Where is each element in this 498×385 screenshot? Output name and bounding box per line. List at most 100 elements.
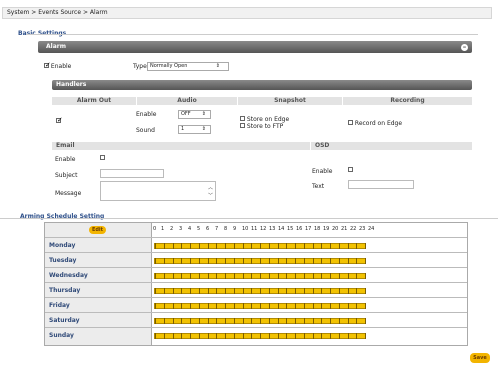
email-subject-input[interactable] (100, 169, 164, 178)
hour-label: 21 (341, 226, 348, 232)
enable-row: Enable (44, 61, 72, 70)
handlers-bar: Handlers (52, 80, 472, 90)
email-enable-checkbox[interactable] (100, 155, 105, 160)
hour-tick (312, 258, 314, 264)
hour-label: 8 (224, 226, 228, 232)
hour-tick (295, 318, 296, 324)
edit-button[interactable]: Edit (89, 226, 106, 234)
hour-tick (155, 273, 156, 279)
hour-tick (286, 333, 288, 339)
hour-label: 22 (350, 226, 357, 232)
hour-tick (163, 258, 165, 264)
email-message-label: Message (55, 190, 82, 197)
osd-enable-checkbox[interactable] (348, 167, 353, 172)
store-edge-checkbox[interactable] (240, 116, 245, 121)
hour-label: 15 (287, 226, 294, 232)
hour-label: 17 (305, 226, 312, 232)
hour-tick (312, 333, 314, 339)
scroll-down-icon[interactable]: ﹀ (208, 192, 213, 199)
hour-tick (216, 318, 218, 324)
hour-tick (163, 333, 165, 339)
day-label: Saturday (49, 317, 80, 324)
record-edge-label: Record on Edge (354, 120, 403, 127)
hour-tick (277, 243, 279, 249)
schedule-row: Monday (45, 238, 467, 253)
alarm-bar[interactable]: Alarm – (38, 41, 472, 53)
osd-text-input[interactable] (348, 180, 414, 189)
scroll-up-icon[interactable]: ︿ (208, 184, 213, 191)
record-edge-checkbox[interactable] (348, 120, 353, 125)
record-edge-row: Record on Edge (348, 120, 402, 127)
hour-tick (338, 273, 340, 279)
audio-sound-select[interactable]: 1 ⇕ (178, 125, 211, 134)
hour-tick (321, 333, 323, 339)
hour-tick (172, 333, 174, 339)
hour-tick (356, 333, 358, 339)
schedule-track[interactable] (154, 303, 366, 309)
schedule-track[interactable] (154, 243, 366, 249)
hour-label: 9 (233, 226, 237, 232)
snapshot-header: Snapshot (238, 97, 342, 105)
hour-tick (155, 258, 156, 264)
audio-sound-label: Sound (136, 127, 155, 134)
hour-tick (260, 273, 261, 279)
hour-tick (347, 318, 349, 324)
hour-tick (242, 288, 244, 294)
hour-tick (172, 258, 174, 264)
schedule-track[interactable] (154, 318, 366, 324)
hour-tick (321, 258, 323, 264)
schedule-track[interactable] (154, 273, 366, 279)
alarm-enable-label: Enable (50, 63, 72, 70)
hour-tick (216, 288, 218, 294)
hour-tick (295, 273, 296, 279)
email-enable-label: Enable (55, 156, 76, 163)
osd-text-label: Text (312, 183, 325, 190)
hour-tick (225, 333, 226, 339)
hour-tick (181, 318, 183, 324)
minus-circle-icon[interactable]: – (461, 44, 468, 51)
save-button[interactable]: Save (470, 353, 490, 363)
hour-tick (242, 258, 244, 264)
hour-tick (172, 303, 174, 309)
select-arrows-icon: ⇕ (215, 63, 220, 69)
hour-label: 6 (206, 226, 210, 232)
hour-tick (338, 288, 340, 294)
hour-tick (303, 318, 305, 324)
hour-tick (233, 258, 235, 264)
hour-tick (312, 273, 314, 279)
hour-tick (268, 258, 270, 264)
hour-tick (207, 243, 209, 249)
hour-tick (321, 303, 323, 309)
alarm-bar-label: Alarm (46, 43, 66, 50)
schedule-track[interactable] (154, 288, 366, 294)
audio-enable-select[interactable]: OFF ⇕ (178, 110, 211, 119)
hour-tick (181, 303, 183, 309)
hour-tick (295, 258, 296, 264)
hour-tick (207, 288, 209, 294)
alarm-out-checkbox[interactable] (56, 116, 63, 124)
select-arrows-icon: ⇕ (201, 111, 206, 117)
hour-tick (312, 303, 314, 309)
hour-tick (216, 243, 218, 249)
hour-label: 4 (188, 226, 192, 232)
hour-tick (321, 273, 323, 279)
hour-label: 10 (242, 226, 249, 232)
schedule-track[interactable] (154, 333, 366, 339)
schedule-track[interactable] (154, 258, 366, 264)
hour-tick (207, 303, 209, 309)
hour-tick (233, 243, 235, 249)
hour-tick (251, 258, 253, 264)
store-ftp-checkbox[interactable] (240, 123, 245, 128)
hour-tick (338, 303, 340, 309)
schedule-row: Tuesday (45, 253, 467, 268)
hour-tick (286, 273, 288, 279)
email-message-textarea[interactable]: ︿ ﹀ (100, 181, 216, 201)
hour-tick (330, 318, 331, 324)
alarm-enable-checkbox[interactable] (44, 61, 51, 69)
hour-tick (242, 333, 244, 339)
type-select[interactable]: Normally Open ⇕ (147, 62, 229, 71)
hour-tick (198, 258, 200, 264)
hour-label: 12 (260, 226, 267, 232)
hour-tick (330, 258, 331, 264)
hour-tick (312, 288, 314, 294)
